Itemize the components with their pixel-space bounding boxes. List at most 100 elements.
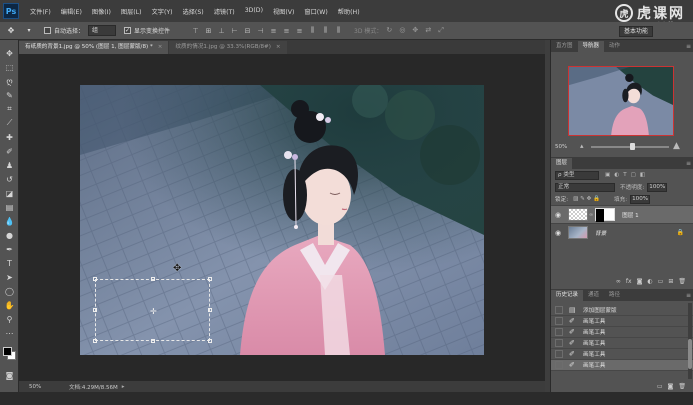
pen-icon[interactable]: ✒ bbox=[0, 242, 19, 256]
clone-stamp-icon[interactable]: ♟ bbox=[0, 158, 19, 172]
lasso-icon[interactable]: ღ bbox=[0, 74, 19, 88]
visibility-eye-icon[interactable]: ◉ bbox=[551, 229, 565, 237]
history-scrollbar[interactable] bbox=[688, 303, 692, 379]
transform-handle[interactable] bbox=[93, 339, 97, 343]
auto-select-dropdown[interactable]: 组 bbox=[88, 25, 117, 36]
show-transform-checkbox[interactable]: ✓ bbox=[124, 27, 132, 34]
panel-menu-icon[interactable]: ≡ bbox=[686, 290, 693, 301]
filter-type-icon[interactable]: T bbox=[623, 172, 626, 178]
tab-channels[interactable]: 通道 bbox=[583, 290, 604, 301]
layer-name[interactable]: 背景 bbox=[595, 229, 606, 237]
visibility-eye-icon[interactable]: ◉ bbox=[551, 211, 565, 219]
snapshot-icon[interactable]: ◙ bbox=[668, 383, 674, 390]
history-item[interactable]: ▤ 添加图层蒙版 bbox=[551, 305, 693, 316]
blur-icon[interactable]: 💧 bbox=[0, 214, 19, 228]
layer-name[interactable]: 图层 1 bbox=[622, 211, 639, 219]
document-image[interactable]: ✛ ✥ bbox=[80, 85, 484, 355]
transform-handle[interactable] bbox=[208, 308, 212, 312]
foreground-color[interactable] bbox=[3, 347, 12, 356]
navigator-zoom-slider[interactable] bbox=[591, 143, 669, 150]
blend-mode-dropdown[interactable]: 正常 bbox=[555, 182, 615, 192]
3d-roll-icon[interactable]: ◎ bbox=[399, 26, 409, 36]
new-document-icon[interactable]: ▭ bbox=[657, 383, 663, 390]
status-menu-icon[interactable]: ▸ bbox=[122, 384, 125, 390]
hand-icon[interactable]: ✋ bbox=[0, 298, 19, 312]
move-tool-icon[interactable]: ✥ bbox=[0, 46, 19, 60]
zoom-icon[interactable]: ⚲ bbox=[0, 312, 19, 326]
fx-icon[interactable]: fx bbox=[626, 278, 632, 285]
add-mask-icon[interactable]: ◙ bbox=[637, 278, 643, 285]
history-item[interactable]: ✐ 画笔工具 bbox=[551, 327, 693, 338]
history-brush-icon[interactable]: ↺ bbox=[0, 172, 19, 186]
filter-smart-icon[interactable]: ◧ bbox=[640, 172, 645, 178]
align-hcenter-icon[interactable]: ⊟ bbox=[242, 26, 253, 36]
menu-item-1[interactable]: 编辑(E) bbox=[56, 7, 87, 16]
tab-document-2[interactable]: 纹质的情况1.jpg @ 33.3%(RGB/8#) × bbox=[169, 41, 287, 54]
path-select-icon[interactable]: ➤ bbox=[0, 270, 19, 284]
menu-item-10[interactable]: 帮助(H) bbox=[333, 7, 365, 16]
3d-pan-icon[interactable]: ✥ bbox=[412, 26, 422, 36]
crop-icon[interactable]: ⌗ bbox=[0, 102, 19, 116]
history-source-box[interactable] bbox=[555, 328, 563, 336]
transform-center-icon[interactable]: ✛ bbox=[150, 307, 157, 316]
quick-select-icon[interactable]: ✎ bbox=[0, 88, 19, 102]
distribute-bottom-icon[interactable]: ≡ bbox=[294, 26, 305, 36]
3d-slide-icon[interactable]: ⇄ bbox=[425, 26, 435, 36]
zoom-out-icon[interactable]: ▴ bbox=[580, 142, 584, 150]
distribute-vcenter-icon[interactable]: ≡ bbox=[281, 26, 292, 36]
eraser-icon[interactable]: ◪ bbox=[0, 186, 19, 200]
tab-histogram[interactable]: 直方图 bbox=[551, 41, 578, 52]
history-source-box[interactable] bbox=[555, 317, 563, 325]
align-right-icon[interactable]: ⊣ bbox=[255, 26, 266, 36]
rectangular-marquee-icon[interactable]: ⬚ bbox=[0, 60, 19, 74]
type-icon[interactable]: T bbox=[0, 256, 19, 270]
scrollbar-thumb[interactable] bbox=[688, 339, 692, 369]
menu-item-5[interactable]: 选择(S) bbox=[178, 7, 209, 16]
history-source-box[interactable] bbox=[555, 339, 563, 347]
workspace-dropdown[interactable]: 基本功能 bbox=[619, 26, 653, 37]
menu-item-6[interactable]: 滤镜(T) bbox=[209, 7, 240, 16]
history-item[interactable]: ✐ 画笔工具 bbox=[551, 338, 693, 349]
selection-marquee[interactable]: ✛ bbox=[93, 277, 212, 343]
distribute-top-icon[interactable]: ≡ bbox=[268, 26, 279, 36]
quick-mask-icon[interactable]: ◙ bbox=[0, 369, 19, 381]
zoom-level[interactable]: 50% bbox=[19, 384, 49, 390]
canvas-area[interactable]: ✛ ✥ bbox=[19, 54, 545, 381]
filter-adjust-icon[interactable]: ◐ bbox=[614, 172, 619, 178]
panel-menu-icon[interactable]: ≡ bbox=[686, 158, 693, 169]
tab-history[interactable]: 历史记录 bbox=[551, 290, 584, 301]
history-item[interactable]: ✐ 画笔工具 bbox=[551, 316, 693, 327]
trash-icon[interactable]: 🗑 bbox=[678, 278, 686, 285]
panel-menu-icon[interactable]: ≡ bbox=[686, 41, 693, 52]
distribute-right-icon[interactable]: ⫼ bbox=[333, 26, 344, 36]
filter-pixel-icon[interactable]: ▣ bbox=[605, 172, 610, 178]
transform-handle[interactable] bbox=[151, 277, 155, 281]
3d-scale-icon[interactable]: ⤢ bbox=[438, 26, 448, 36]
tool-preset-icon[interactable]: ▾ bbox=[22, 25, 36, 37]
transform-handle[interactable] bbox=[208, 277, 212, 281]
new-layer-icon[interactable]: ⊞ bbox=[668, 278, 673, 285]
navigator-zoom-value[interactable]: 50% bbox=[555, 144, 567, 150]
align-left-icon[interactable]: ⊢ bbox=[229, 26, 240, 36]
move-tool-icon[interactable]: ✥ bbox=[4, 25, 18, 37]
menu-item-8[interactable]: 视图(V) bbox=[268, 7, 299, 16]
zoom-in-icon[interactable]: ▲ bbox=[673, 141, 680, 151]
more-tools-icon[interactable]: ⋯ bbox=[0, 326, 19, 340]
transform-handle[interactable] bbox=[93, 308, 97, 312]
ellipse-icon[interactable]: ◯ bbox=[0, 284, 19, 298]
dodge-icon[interactable]: ● bbox=[0, 228, 19, 242]
tab-layers[interactable]: 图层 bbox=[551, 158, 573, 169]
align-vcenter-icon[interactable]: ⊞ bbox=[203, 26, 214, 36]
menu-item-7[interactable]: 3D(D) bbox=[240, 7, 268, 16]
transform-handle[interactable] bbox=[93, 277, 97, 281]
tab-navigator[interactable]: 导航器 bbox=[577, 41, 605, 52]
auto-select-checkbox[interactable] bbox=[44, 27, 51, 34]
adjustment-icon[interactable]: ◐ bbox=[647, 278, 652, 285]
filter-shape-icon[interactable]: ▢ bbox=[631, 172, 636, 178]
opacity-field[interactable]: 100% bbox=[647, 182, 668, 192]
align-top-icon[interactable]: ⊤ bbox=[190, 26, 201, 36]
menu-item-2[interactable]: 图像(I) bbox=[87, 7, 116, 16]
healing-brush-icon[interactable]: ✚ bbox=[0, 130, 19, 144]
history-source-box[interactable] bbox=[555, 350, 563, 358]
link-icon[interactable]: ∞ bbox=[589, 212, 593, 218]
